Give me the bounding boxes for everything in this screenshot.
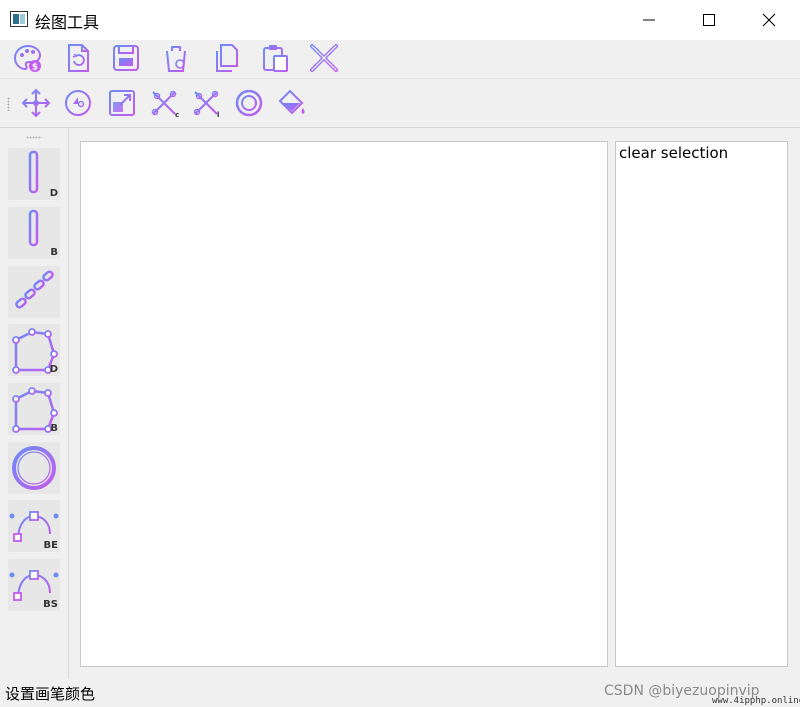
drawing-tools-toolbar: D B D B BE BS <box>0 128 69 679</box>
fill-tool-button[interactable] <box>276 87 308 119</box>
target-tool-button[interactable] <box>233 87 265 119</box>
clear-canvas-button[interactable] <box>160 42 192 74</box>
tool-sublabel: D <box>49 188 58 199</box>
transform-toolbar: c l <box>0 79 800 128</box>
drawing-canvas[interactable] <box>80 141 608 667</box>
clip-cohen-button[interactable]: c <box>148 87 180 119</box>
paste-button[interactable] <box>259 42 291 74</box>
palette-icon: $ <box>13 44 42 73</box>
scale-tool-button[interactable] <box>106 87 138 119</box>
delete-x-icon <box>310 44 338 72</box>
close-icon <box>762 13 776 27</box>
side-toolbar-grip[interactable] <box>26 136 42 139</box>
ellipse-target-icon <box>235 89 263 117</box>
copy-icon <box>216 44 238 72</box>
close-button[interactable] <box>740 0 798 40</box>
curve-bspline-tool[interactable]: BS <box>8 559 60 611</box>
svg-text:c: c <box>175 111 179 119</box>
tool-sublabel: B <box>50 247 58 258</box>
line-dda-tool[interactable]: D <box>8 148 60 200</box>
watermark-url: www.4ipphp.online <box>712 696 800 706</box>
app-icon <box>10 11 28 27</box>
move-tool-button[interactable] <box>20 87 52 119</box>
minimize-icon <box>643 19 655 21</box>
svg-text:$: $ <box>32 63 38 73</box>
clip-c-icon: c <box>151 90 179 119</box>
move-icon <box>21 88 51 118</box>
status-message: 设置画笔颜色 <box>5 685 96 703</box>
clip-liang-button[interactable]: l <box>190 87 222 119</box>
copy-button[interactable] <box>210 42 242 74</box>
tool-sublabel: BE <box>43 540 58 551</box>
polygon-dda-tool[interactable]: D <box>8 324 60 376</box>
maximize-icon <box>703 14 715 26</box>
delete-button[interactable] <box>308 42 340 74</box>
line-bresenham-tool[interactable]: B <box>8 207 60 259</box>
curve-bezier-tool[interactable]: BE <box>8 500 60 552</box>
rotate-icon <box>65 90 91 116</box>
paste-icon <box>263 45 288 72</box>
clip-l-icon: l <box>193 90 219 119</box>
main-toolbar: $ <box>0 40 800 79</box>
fill-bucket-icon <box>278 89 305 115</box>
tool-sublabel: D <box>49 364 58 375</box>
save-button[interactable] <box>110 42 142 74</box>
polyline-tool[interactable] <box>8 266 60 318</box>
status-bar: 设置画笔颜色 CSDN @biyezuopinvip www.4ipphp.on… <box>0 679 800 707</box>
title-bar: 绘图工具 <box>0 0 800 41</box>
tool-sublabel: B <box>50 423 58 434</box>
save-icon <box>113 45 139 71</box>
maximize-button[interactable] <box>680 0 738 40</box>
minimize-button[interactable] <box>620 0 678 40</box>
pen-color-button[interactable]: $ <box>12 42 44 74</box>
rotate-tool-button[interactable] <box>62 87 94 119</box>
circle-icon <box>12 446 56 490</box>
new-file-button[interactable] <box>62 42 94 74</box>
polyline-icon <box>15 270 54 309</box>
list-item[interactable]: clear selection <box>619 144 728 162</box>
toolbar-grip[interactable] <box>7 97 10 111</box>
clear-bin-icon <box>165 46 187 72</box>
scale-icon <box>109 90 135 116</box>
item-list-panel[interactable]: clear selection <box>615 141 788 667</box>
tool-sublabel: BS <box>43 599 58 610</box>
window-title: 绘图工具 <box>35 13 100 32</box>
new-file-icon <box>68 44 89 72</box>
polygon-bresenham-tool[interactable]: B <box>8 383 60 435</box>
ellipse-tool[interactable] <box>8 442 60 494</box>
svg-text:l: l <box>217 111 219 119</box>
